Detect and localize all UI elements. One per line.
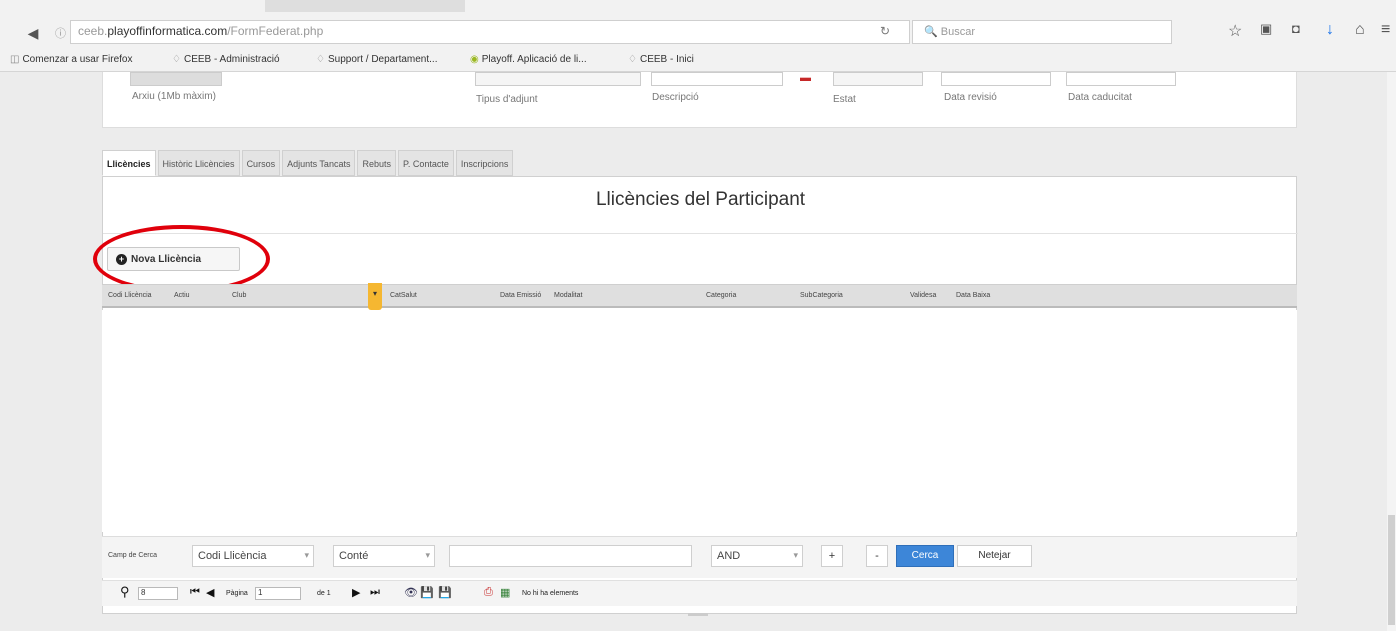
tab-rebuts[interactable]: Rebuts	[357, 150, 396, 176]
tab-bar: Llicències Històric Llicències Cursos Ad…	[102, 150, 515, 176]
operator-select[interactable]: Conté ▾	[333, 545, 435, 567]
bookmark-item[interactable]: ♢ CEEB - Inici	[628, 54, 694, 65]
pocket-icon[interactable]: ◘	[1292, 21, 1300, 36]
resize-handle[interactable]	[688, 613, 708, 616]
attachment-type-select[interactable]	[475, 72, 641, 86]
divider	[103, 233, 1298, 234]
home-icon[interactable]: ⌂	[1355, 21, 1365, 39]
remove-condition-button[interactable]: -	[866, 545, 888, 567]
attachment-type-label: Tipus d'adjunt	[476, 94, 538, 105]
col-club[interactable]: Club	[232, 292, 246, 299]
empty-status: No hi ha elements	[522, 590, 579, 597]
tab-historic-llicencies[interactable]: Històric Llicències	[157, 150, 240, 176]
status-label: Estat	[833, 94, 856, 105]
chevron-down-icon: ▾	[793, 550, 798, 560]
star-icon[interactable]: ☆	[1228, 21, 1242, 41]
review-date-input[interactable]	[941, 72, 1051, 86]
col-categoria[interactable]: Categoria	[706, 292, 736, 299]
tab-contacte[interactable]: P. Contacte	[397, 150, 454, 176]
browser-tab[interactable]	[265, 0, 465, 12]
bookmark-item[interactable]: ♢ CEEB - Administració	[172, 54, 280, 65]
bookmark-icon: ♢	[316, 54, 325, 65]
save-all-icon[interactable]: 💾	[438, 586, 452, 599]
status-select[interactable]	[833, 72, 923, 86]
logic-select[interactable]: AND ▾	[711, 545, 803, 567]
scrollbar-thumb[interactable]	[1388, 515, 1395, 625]
clipboard-icon[interactable]: ▣	[1260, 21, 1272, 37]
menu-icon[interactable]: ≡	[1381, 21, 1390, 39]
excel-export-icon[interactable]: ▦	[500, 586, 510, 599]
bookmark-item[interactable]: ♢ Support / Departament...	[316, 54, 437, 65]
col-data-emissio[interactable]: Data Emissió	[500, 292, 541, 299]
search-value-input[interactable]	[449, 545, 692, 567]
first-page-icon[interactable]: ⏮	[190, 586, 200, 599]
search-field-label: Camp de Cerca	[108, 552, 158, 559]
page-size-select[interactable]: 8	[138, 587, 178, 600]
page-label: Pàgina	[226, 590, 248, 597]
panel-title: Llicències del Participant	[595, 189, 806, 210]
prev-page-icon[interactable]: ◀	[206, 586, 214, 599]
search-field-value: Codi Llicència	[198, 550, 267, 562]
review-date-label: Data revisió	[944, 92, 997, 103]
pdf-icon[interactable]: ▬	[800, 72, 811, 84]
logic-value: AND	[717, 550, 741, 562]
browser-search-placeholder: 🔍 Buscar	[924, 26, 976, 38]
expiry-date-label: Data caducitat	[1068, 92, 1132, 103]
next-page-icon[interactable]: ▶	[352, 586, 360, 599]
tab-llicencies[interactable]: Llicències	[102, 150, 156, 176]
page-size-value: 8	[141, 588, 146, 597]
magnifier-icon[interactable]: ⚲	[120, 584, 130, 600]
info-icon[interactable]: ⓘ	[55, 25, 66, 41]
description-label: Descripció	[652, 92, 699, 103]
clear-button[interactable]: Netejar	[957, 545, 1032, 567]
search-field-select[interactable]: Codi Llicència ▾	[192, 545, 314, 567]
bookmark-icon: ♢	[628, 54, 637, 65]
tab-adjunts-tancats[interactable]: Adjunts Tancats	[282, 150, 356, 176]
col-modalitat[interactable]: Modalitat	[554, 292, 582, 299]
expiry-date-input[interactable]	[1066, 72, 1176, 86]
page-count: de 1	[317, 590, 331, 597]
operator-value: Conté	[339, 550, 369, 562]
back-arrow-icon[interactable]: ◀	[22, 23, 44, 43]
bookmark-icon: ♢	[172, 54, 181, 65]
page-number-value: 1	[258, 588, 263, 597]
sort-marker-icon[interactable]: ▾	[368, 283, 382, 310]
chevron-down-icon: ▾	[425, 550, 430, 560]
playoff-logo-icon: ◉	[470, 54, 479, 65]
chevron-down-icon: ▾	[304, 550, 309, 560]
bookmark-item[interactable]: ◉ Playoff. Aplicació de li...	[470, 54, 587, 65]
col-actiu[interactable]: Actiu	[174, 292, 190, 299]
tab-inscripcions[interactable]: Inscripcions	[455, 150, 514, 176]
save-icon[interactable]: 💾	[420, 586, 434, 599]
col-catsalut[interactable]: CatSalut	[390, 292, 417, 299]
bookmark-icon: ◫	[10, 54, 20, 65]
grid-header: Codi Llicència Actiu Club CatSalut Data …	[102, 284, 1297, 308]
add-condition-button[interactable]: +	[821, 545, 843, 567]
reload-icon[interactable]: ↻	[880, 24, 890, 38]
grid-body	[102, 310, 1297, 532]
file-upload-button[interactable]	[130, 72, 222, 86]
page-number-input[interactable]: 1	[255, 587, 301, 600]
download-icon[interactable]: ↓	[1326, 21, 1334, 39]
red-highlight-circle	[93, 225, 270, 293]
view-icon[interactable]: 👁	[404, 586, 418, 599]
search-button[interactable]: Cerca	[896, 545, 954, 567]
description-input[interactable]	[651, 72, 783, 86]
pdf-export-icon[interactable]: ⎙	[484, 586, 493, 599]
url-text[interactable]: ceeb.playoffinformatica.com/FormFederat.…	[78, 24, 323, 38]
col-data-baixa[interactable]: Data Baixa	[956, 292, 990, 299]
col-validesa[interactable]: Validesa	[910, 292, 936, 299]
file-size-hint: Arxiu (1Mb màxim)	[132, 91, 216, 102]
bookmarks-bar: ◫ Comenzar a usar Firefox ♢ CEEB - Adminis…	[0, 46, 1396, 72]
last-page-icon[interactable]: ⏭	[370, 586, 380, 599]
tab-cursos[interactable]: Cursos	[241, 150, 281, 176]
col-codi-llicencia[interactable]: Codi Llicència	[108, 292, 152, 299]
bookmark-item[interactable]: ◫ Comenzar a usar Firefox	[10, 54, 133, 65]
col-subcategoria[interactable]: SubCategoria	[800, 292, 843, 299]
